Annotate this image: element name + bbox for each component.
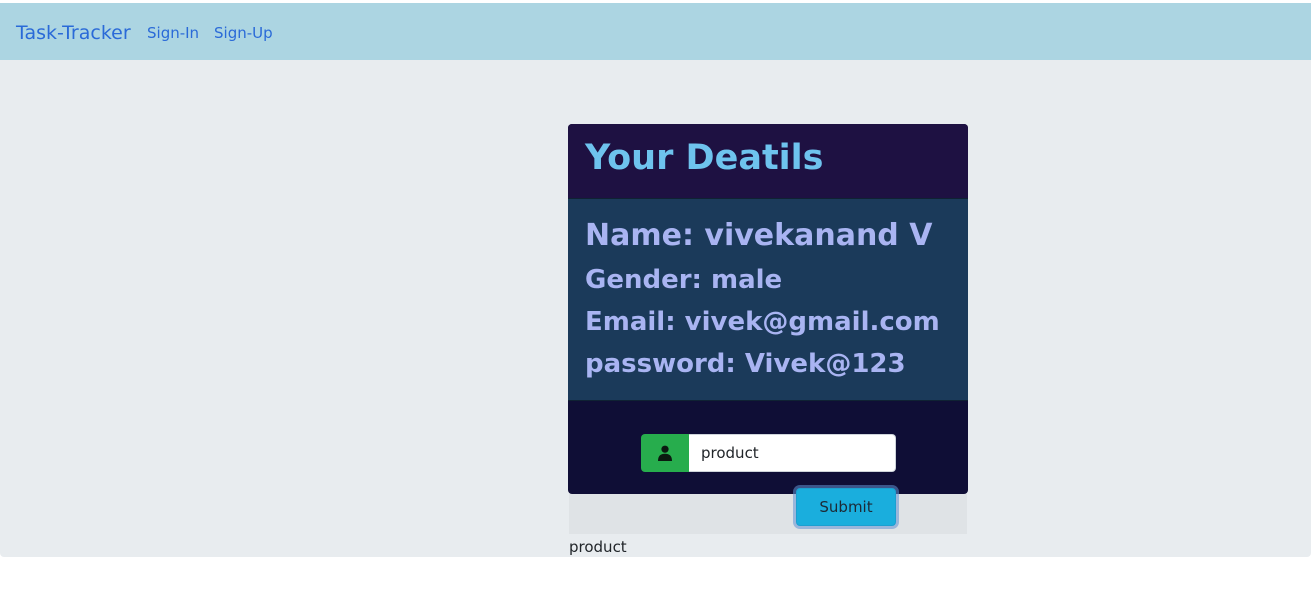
- card-footer: [569, 494, 967, 534]
- brand-link[interactable]: Task-Tracker: [16, 21, 131, 45]
- details-card: Your Deatils Name: vivekanand V Gender: …: [568, 124, 968, 494]
- detail-password: password: Vivek@123: [585, 349, 906, 379]
- nav-link-sign-up[interactable]: Sign-Up: [214, 23, 273, 43]
- detail-email: Email: vivek@gmail.com: [585, 307, 940, 337]
- task-input[interactable]: [689, 434, 896, 472]
- submit-button[interactable]: Submit: [796, 488, 896, 526]
- card-body: Name: vivekanand V Gender: male Email: v…: [568, 198, 968, 401]
- nav-link-sign-in[interactable]: Sign-In: [147, 23, 199, 43]
- detail-name: Name: vivekanand V: [585, 218, 933, 253]
- navbar: Task-Tracker Sign-In Sign-Up: [0, 3, 1311, 60]
- card-title: Your Deatils: [585, 138, 824, 178]
- input-icon-box: [641, 434, 689, 472]
- detail-gender: Gender: male: [585, 265, 783, 295]
- task-input-group: [641, 434, 896, 472]
- card-header: Your Deatils: [568, 124, 968, 198]
- output-text: product: [569, 538, 627, 556]
- user-icon: [658, 445, 672, 461]
